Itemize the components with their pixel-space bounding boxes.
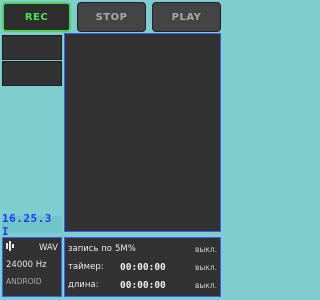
mode-label: ANDROID xyxy=(6,277,42,286)
split-label: запись по xyxy=(68,244,112,254)
side-panel-second[interactable] xyxy=(2,61,62,86)
waveform-view[interactable] xyxy=(64,33,221,232)
play-button[interactable]: PLAY xyxy=(152,2,221,32)
split-state: выкл. xyxy=(194,244,217,254)
info-row-length[interactable]: длина: 00:00:00 выкл. xyxy=(68,276,217,294)
format-row-mode: ANDROID xyxy=(6,274,58,289)
rec-button[interactable]: REC xyxy=(2,2,71,32)
length-state: выкл. xyxy=(194,280,217,290)
format-panel[interactable]: WAV 24000 Hz ANDROID xyxy=(2,237,62,297)
length-label: длина: xyxy=(68,280,99,290)
timer-state: выкл. xyxy=(194,262,217,272)
info-row-split[interactable]: запись по 5M% выкл. xyxy=(68,240,217,258)
play-button-label: PLAY xyxy=(171,11,202,23)
time-display: 16.25.3 I xyxy=(2,212,62,238)
info-row-timer[interactable]: таймер: 00:00:00 выкл. xyxy=(68,258,217,276)
side-panel-top[interactable] xyxy=(2,35,62,60)
timer-label: таймер: xyxy=(68,262,104,272)
stereo-icon xyxy=(6,241,18,254)
split-value: 5M% xyxy=(114,244,136,254)
format-row-rate: 24000 Hz xyxy=(6,257,58,272)
length-value: 00:00:00 xyxy=(120,279,166,291)
info-panel[interactable]: запись по 5M% выкл. таймер: 00:00:00 вык… xyxy=(64,237,221,297)
format-row-codec: WAV xyxy=(6,240,58,255)
rec-button-label: REC xyxy=(24,11,49,23)
stop-button[interactable]: STOP xyxy=(77,2,146,32)
timer-value: 00:00:00 xyxy=(120,261,166,273)
sample-rate-label: 24000 Hz xyxy=(6,259,47,270)
codec-label: WAV xyxy=(38,242,58,253)
stop-button-label: STOP xyxy=(95,11,128,23)
